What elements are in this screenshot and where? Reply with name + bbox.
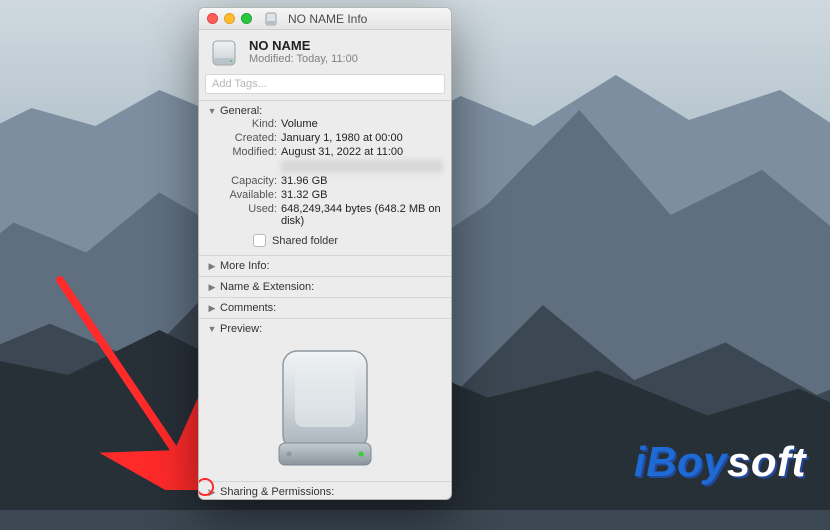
disclosure-right-icon: ▶ [207, 303, 217, 314]
section-sharing-permissions-header[interactable]: ▶ Sharing & Permissions: [207, 486, 443, 498]
section-more-info-header[interactable]: ▶ More Info: [207, 260, 443, 272]
section-general-label: General: [220, 105, 262, 117]
window-close-button[interactable] [207, 13, 218, 24]
disclosure-right-icon: ▶ [207, 261, 217, 272]
used-value: 648,249,344 bytes (648.2 MB on disk) [281, 203, 443, 227]
window-minimize-button[interactable] [224, 13, 235, 24]
disclosure-right-icon: ▶ [207, 487, 217, 498]
section-more-info: ▶ More Info: [199, 255, 451, 276]
titlebar[interactable]: NO NAME Info [199, 8, 451, 30]
redacted-row [281, 160, 443, 173]
window-zoom-button[interactable] [241, 13, 252, 24]
tags-placeholder: Add Tags... [212, 78, 267, 90]
volume-header: NO NAME Modified: Today, 11:00 [199, 30, 451, 74]
volume-icon [209, 38, 239, 68]
modified-value: August 31, 2022 at 11:00 [281, 146, 443, 158]
section-preview-header[interactable]: ▼ Preview: [207, 323, 443, 335]
watermark-rest: soft [727, 438, 806, 485]
section-sharing-permissions: ▶ Sharing & Permissions: [199, 481, 451, 500]
shared-folder-label: Shared folder [272, 235, 338, 247]
section-preview: ▼ Preview: [199, 318, 451, 481]
kind-value: Volume [281, 118, 443, 130]
disclosure-right-icon: ▶ [207, 282, 217, 293]
section-general: ▼ General: Kind:Volume Created:January 1… [199, 100, 451, 255]
section-comments-header[interactable]: ▶ Comments: [207, 302, 443, 314]
preview-volume-icon [265, 343, 385, 473]
volume-modified-summary: Modified: Today, 11:00 [249, 53, 358, 65]
watermark-accent: iBoy [634, 438, 727, 485]
section-name-extension: ▶ Name & Extension: [199, 276, 451, 297]
titlebar-volume-icon [264, 12, 278, 26]
kind-label: Kind: [207, 118, 281, 130]
used-label: Used: [207, 203, 281, 227]
window-title: NO NAME Info [288, 12, 367, 26]
created-label: Created: [207, 132, 281, 144]
section-preview-label: Preview: [220, 323, 262, 335]
modified-label: Modified: [207, 146, 281, 158]
available-label: Available: [207, 189, 281, 201]
watermark-logo: iBoysoft [634, 438, 806, 486]
section-sharing-permissions-label: Sharing & Permissions: [220, 486, 334, 498]
disclosure-down-icon: ▼ [207, 324, 217, 334]
capacity-value: 31.96 GB [281, 175, 443, 187]
section-more-info-label: More Info: [220, 260, 270, 272]
section-general-header[interactable]: ▼ General: [207, 105, 443, 117]
tags-input[interactable]: Add Tags... [205, 74, 445, 94]
capacity-label: Capacity: [207, 175, 281, 187]
shared-folder-checkbox[interactable] [253, 234, 266, 247]
available-value: 31.32 GB [281, 189, 443, 201]
volume-name: NO NAME [249, 38, 358, 53]
get-info-window: NO NAME Info NO NAME Modified: Today, 11… [198, 7, 452, 500]
disclosure-down-icon: ▼ [207, 106, 217, 116]
section-comments: ▶ Comments: [199, 297, 451, 318]
created-value: January 1, 1980 at 00:00 [281, 132, 443, 144]
section-comments-label: Comments: [220, 302, 276, 314]
section-name-extension-label: Name & Extension: [220, 281, 314, 293]
section-name-extension-header[interactable]: ▶ Name & Extension: [207, 281, 443, 293]
